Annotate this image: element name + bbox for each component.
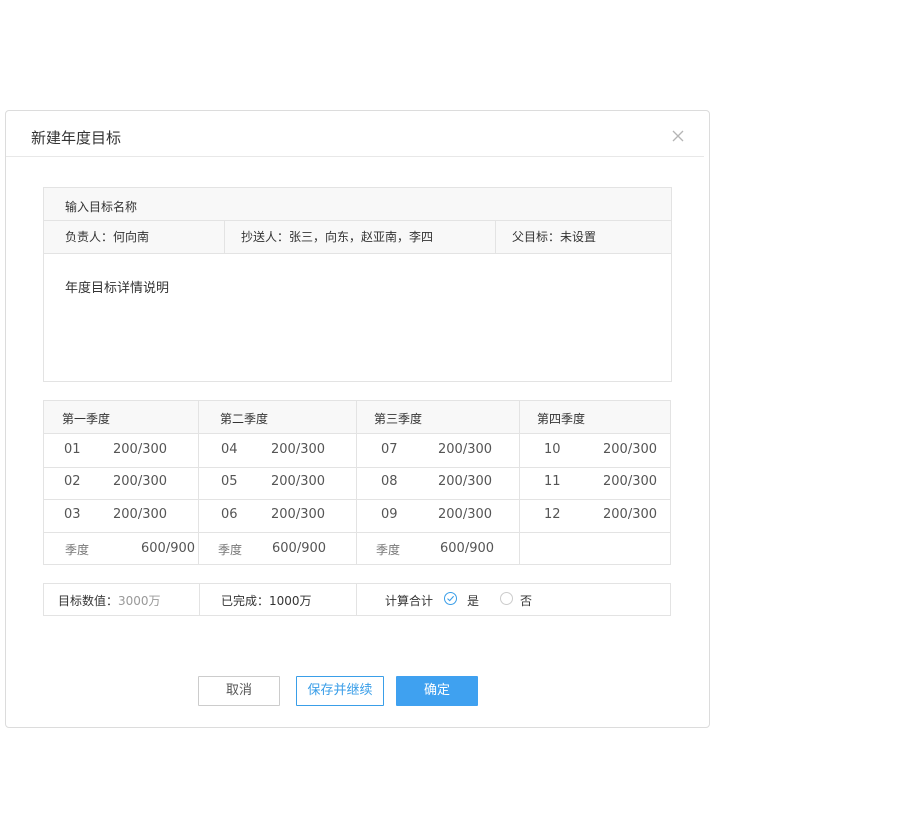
- month-number: 05: [221, 474, 238, 489]
- quarter-column-divider: [356, 401, 357, 564]
- month-number: 12: [544, 507, 561, 522]
- dialog-title: 新建年度目标: [31, 129, 122, 147]
- quarter-table: 第一季度 01 200/300 02 200/300 03 200/300 季度 600/900…: [43, 400, 671, 565]
- calc-no-label: 否: [520, 594, 533, 608]
- goal-meta-row: 负责人：何向南 抄送人：张三，向东，赵亚南，李四 父目标：未设置: [44, 221, 671, 254]
- month-number: 08: [381, 474, 398, 489]
- quarter-header: 第一季度: [62, 412, 111, 426]
- cancel-button[interactable]: 取消: [198, 676, 280, 706]
- goal-description[interactable]: 年度目标详情说明: [65, 277, 169, 296]
- calc-yes-label: 是: [467, 594, 480, 608]
- month-value-input[interactable]: 200/300: [113, 507, 167, 522]
- month-value-input[interactable]: 200/300: [603, 442, 657, 457]
- quarter-sum-label: 季度: [376, 543, 401, 557]
- quarter-column-divider: [198, 401, 199, 564]
- calc-yes-radio[interactable]: [444, 592, 457, 605]
- month-number: 09: [381, 507, 398, 522]
- quarter-header: 第二季度: [220, 412, 269, 426]
- calc-total-label: 计算合计: [385, 594, 434, 608]
- summary-divider: [356, 584, 357, 615]
- cc-field[interactable]: 抄送人：张三，向东，赵亚南，李四: [225, 221, 496, 253]
- month-value-input[interactable]: 200/300: [438, 474, 492, 489]
- summary-row: 目标数值： 3000万 已完成：1000万 计算合计 是 否: [43, 583, 671, 616]
- quarter-row-divider: [44, 499, 670, 500]
- month-value-input[interactable]: 200/300: [113, 442, 167, 457]
- confirm-button[interactable]: 确定: [396, 676, 478, 706]
- month-number: 04: [221, 442, 238, 457]
- quarter-header: 第四季度: [537, 412, 586, 426]
- owner-field[interactable]: 负责人：何向南: [44, 221, 225, 253]
- goal-name-placeholder: 输入目标名称: [65, 200, 138, 214]
- goal-info-panel: 输入目标名称 负责人：何向南 抄送人：张三，向东，赵亚南，李四 父目标：未设置 …: [43, 187, 672, 382]
- quarter-row-divider: [44, 467, 670, 468]
- save-and-continue-button[interactable]: 保存并继续: [296, 676, 384, 706]
- calc-no-radio[interactable]: [500, 592, 513, 605]
- quarter-sum-value: 600/900: [272, 541, 327, 556]
- target-value-label: 目标数值：: [58, 594, 119, 608]
- quarter-sum-value: 600/900: [141, 541, 196, 556]
- month-number: 10: [544, 442, 561, 457]
- month-number: 06: [221, 507, 238, 522]
- month-value-input[interactable]: 200/300: [603, 507, 657, 522]
- goal-name-field[interactable]: 输入目标名称: [44, 188, 671, 221]
- month-value-input[interactable]: 200/300: [438, 507, 492, 522]
- quarter-row-divider: [44, 532, 670, 533]
- month-number: 03: [64, 507, 81, 522]
- month-number: 02: [64, 474, 81, 489]
- month-value-input[interactable]: 200/300: [438, 442, 492, 457]
- completed-value: 已完成：1000万: [221, 594, 312, 608]
- quarter-sum-label: 季度: [218, 543, 243, 557]
- target-value-input[interactable]: 3000万: [118, 592, 161, 609]
- month-value-input[interactable]: 200/300: [271, 442, 325, 457]
- summary-divider: [199, 584, 200, 615]
- month-value-input[interactable]: 200/300: [113, 474, 167, 489]
- quarter-sum-value: 600/900: [440, 541, 495, 556]
- new-annual-goal-dialog: 新建年度目标 输入目标名称 负责人：何向南 抄送人：张三，向东，赵亚南，李四 父…: [5, 110, 710, 728]
- header-divider: [6, 156, 704, 157]
- month-number: 01: [64, 442, 81, 457]
- month-number: 11: [544, 474, 561, 489]
- month-value-input[interactable]: 200/300: [603, 474, 657, 489]
- quarter-header: 第三季度: [374, 412, 423, 426]
- month-number: 07: [381, 442, 398, 457]
- quarter-column-divider: [519, 401, 520, 564]
- month-value-input[interactable]: 200/300: [271, 474, 325, 489]
- quarter-sum-label: 季度: [65, 543, 90, 557]
- parent-goal-field[interactable]: 父目标：未设置: [496, 221, 671, 253]
- month-value-input[interactable]: 200/300: [271, 507, 325, 522]
- close-icon[interactable]: [670, 128, 686, 144]
